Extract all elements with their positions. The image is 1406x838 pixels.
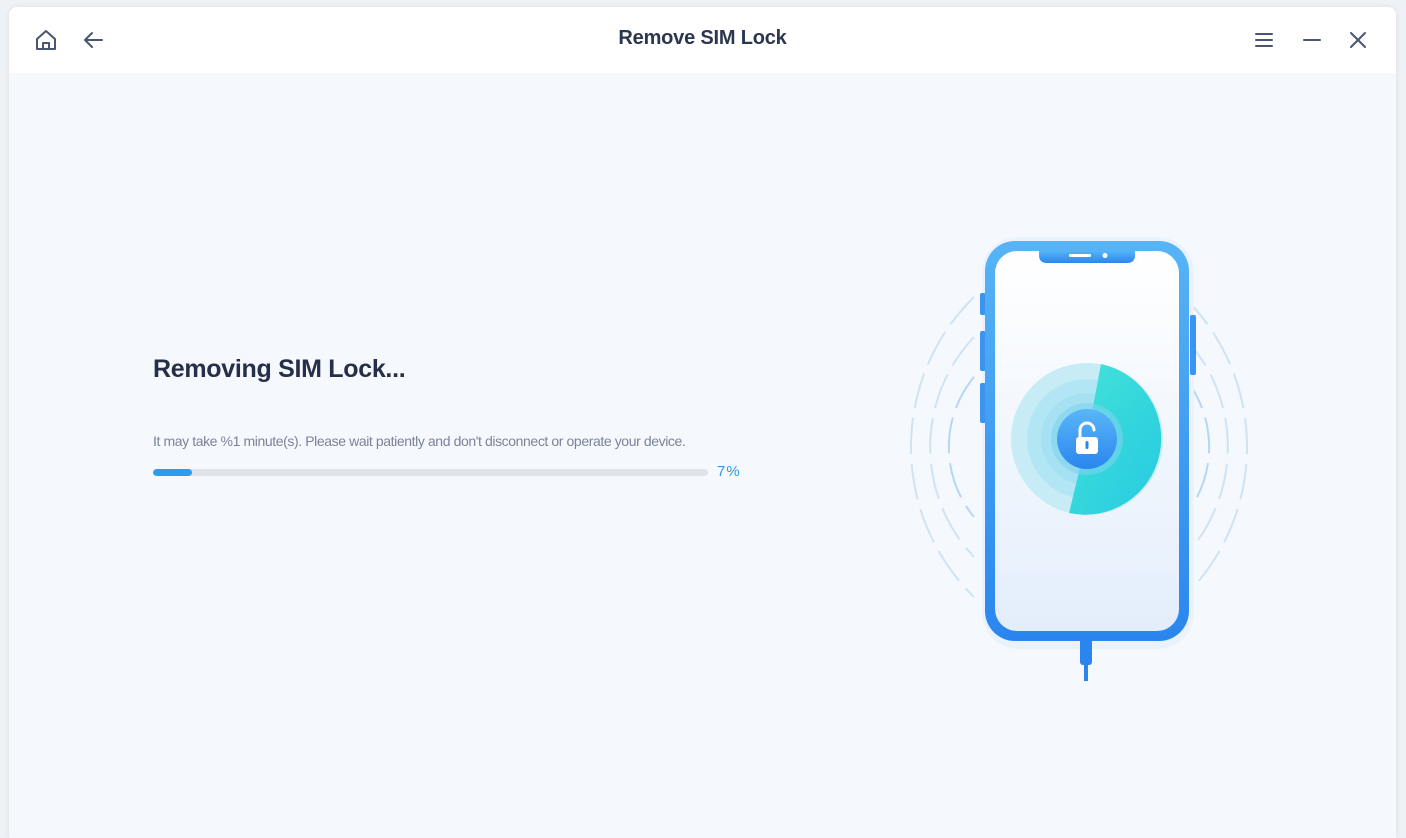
status-heading: Removing SIM Lock... [153,355,406,383]
progress-fill [153,469,192,476]
phone-unlock-illustration [879,227,1279,687]
phone-illustration-svg [909,237,1249,681]
app-window: Remove SIM Lock Removing SIM Lock... It … [9,7,1396,838]
window-title: Remove SIM Lock [618,27,787,49]
status-description: It may take %1 minute(s). Please wait pa… [153,433,686,449]
close-icon [1347,29,1369,51]
menu-icon [1253,29,1275,51]
progress-bar [153,469,708,476]
progress-percent: 7% [717,463,741,480]
menu-button[interactable] [1249,25,1279,55]
minimize-icon [1301,29,1323,51]
close-button[interactable] [1343,25,1373,55]
signal-waves-left [909,296,975,598]
minimize-button[interactable] [1297,25,1327,55]
title-bar: Remove SIM Lock [9,7,1396,73]
